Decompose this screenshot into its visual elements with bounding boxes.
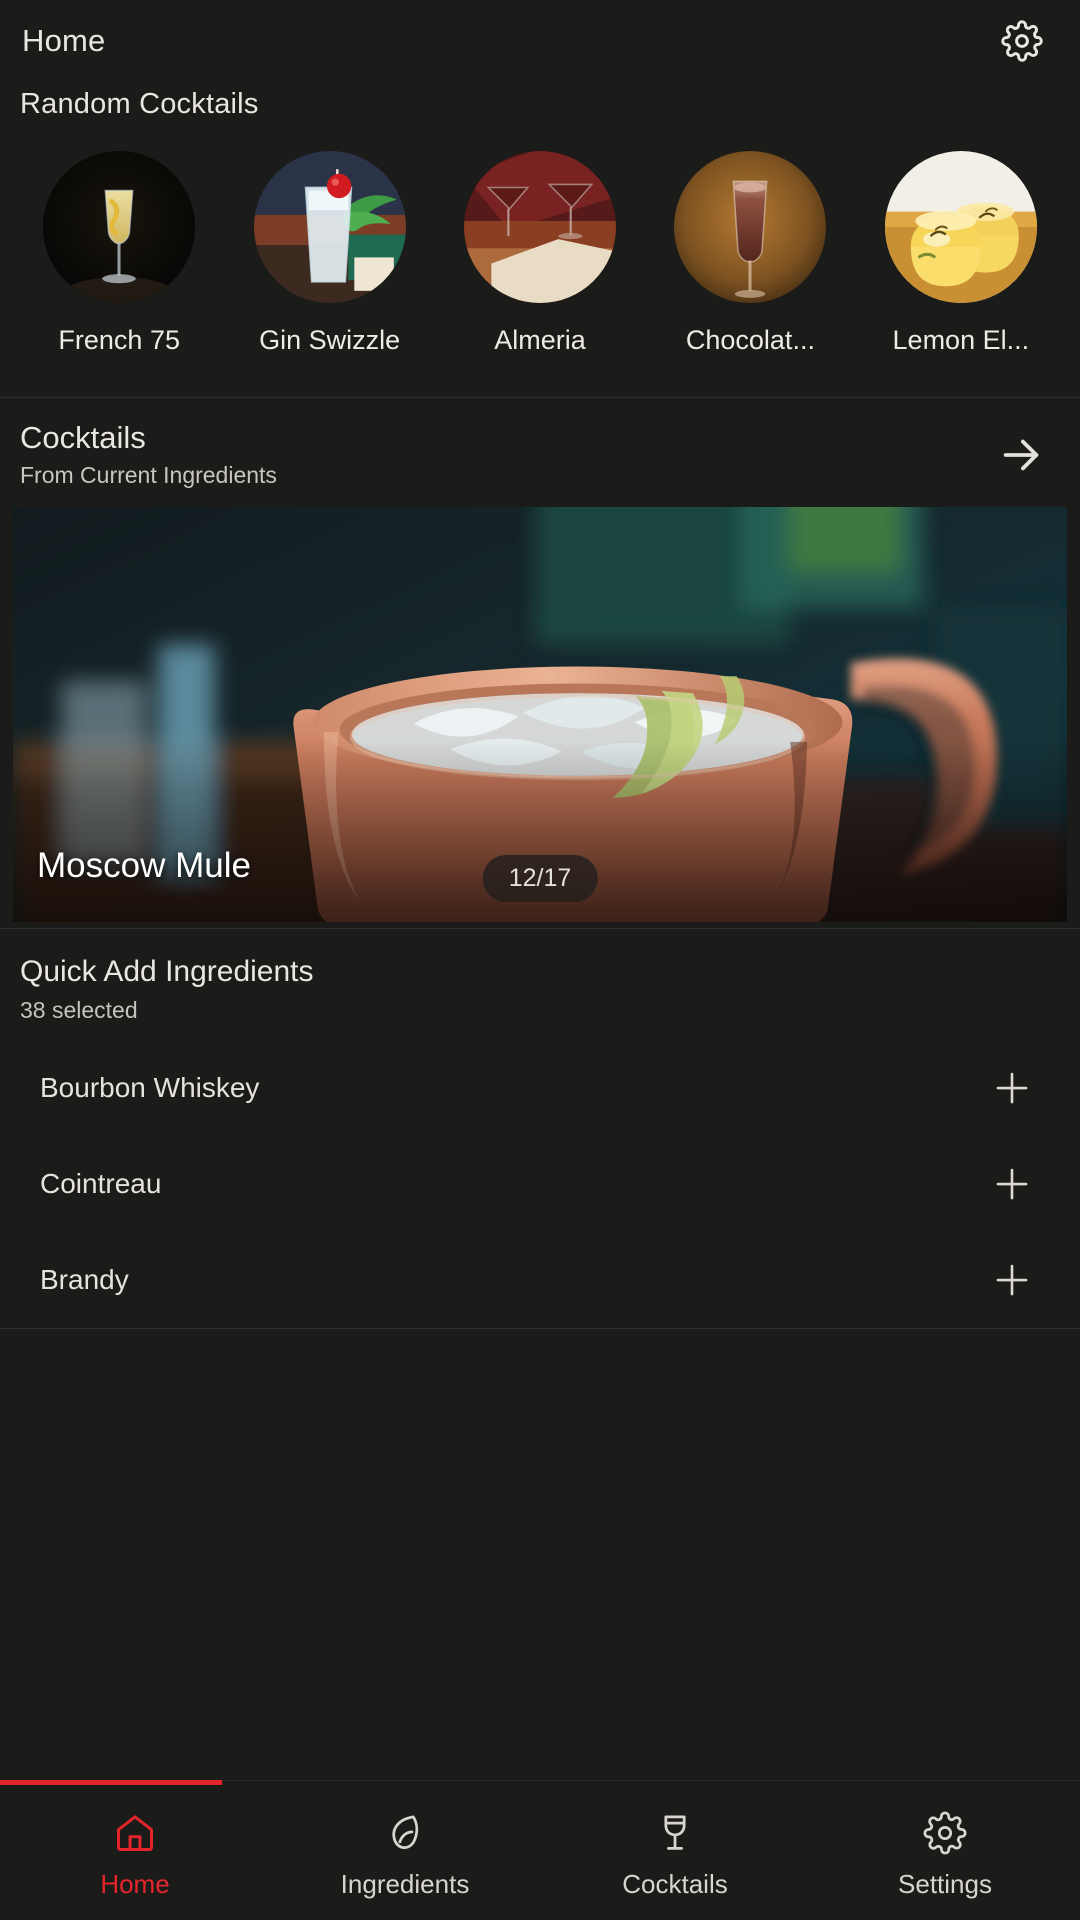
cocktail-name: French 75 (58, 325, 180, 355)
gear-icon (923, 1811, 967, 1855)
cocktail-thumbnail[interactable] (674, 151, 827, 303)
ginswizzle-photo (253, 151, 406, 303)
page-title: Home (22, 23, 106, 58)
nav-item-ingredients[interactable]: Ingredients (270, 1781, 540, 1920)
random-cocktails-list: French 75 Gin Swizzle Almeria Chocolat..… (0, 121, 1080, 356)
cocktail-thumbnail[interactable] (464, 151, 617, 303)
ingredient-row[interactable]: Bourbon Whiskey (0, 1040, 1080, 1136)
app-screen: Home Random Cocktails French 75 Gin Swiz… (0, 0, 1080, 1920)
lemon-elderflower-photo (884, 151, 1037, 303)
nav-item-settings[interactable]: Settings (810, 1781, 1080, 1920)
gear-icon (1001, 20, 1043, 62)
cocktail-thumbnail[interactable] (43, 151, 196, 303)
featured-cocktail-name: Moscow Mule (37, 846, 251, 885)
nav-label-ingredients: Ingredients (340, 1869, 470, 1899)
ingredient-name: Bourbon Whiskey (40, 1072, 260, 1103)
ingredient-row[interactable]: Brandy (0, 1232, 1080, 1328)
nav-item-cocktails[interactable]: Cocktails (540, 1781, 810, 1920)
plus-icon (996, 1264, 1028, 1296)
arrow-right-icon (1003, 439, 1039, 470)
random-cocktail-item[interactable]: Lemon El... (856, 151, 1066, 356)
nav-label-cocktails: Cocktails (622, 1869, 728, 1899)
quick-add-subtitle: 38 selected (20, 997, 138, 1023)
cocktails-title: Cocktails (20, 420, 146, 455)
active-tab-indicator (0, 1780, 222, 1785)
quick-add-header: Quick Add Ingredients 38 selected (0, 929, 1080, 1040)
quick-add-section: Quick Add Ingredients 38 selected Bourbo… (0, 929, 1080, 1328)
add-ingredient-button[interactable] (984, 1156, 1040, 1212)
app-bar: Home (0, 0, 1080, 82)
bottom-navigation: Home Ingredients Cocktails Settings (0, 1780, 1080, 1920)
featured-cocktail-card[interactable]: Moscow Mule 12/17 (13, 507, 1067, 922)
french75-photo (43, 151, 196, 303)
empty-space (0, 1329, 1080, 1780)
cocktail-name: Almeria (494, 325, 586, 355)
cocktails-header[interactable]: Cocktails From Current Ingredients (0, 398, 1080, 507)
random-cocktail-item[interactable]: Chocolat... (645, 151, 855, 356)
cocktails-subtitle: From Current Ingredients (20, 462, 277, 488)
random-cocktail-item[interactable]: Gin Swizzle (224, 151, 434, 356)
home-icon (117, 1815, 153, 1851)
featured-cocktail-counter: 12/17 (482, 855, 598, 902)
random-cocktails-section: Random Cocktails French 75 Gin Swizzle A… (0, 82, 1080, 397)
ingredient-row[interactable]: Cointreau (0, 1136, 1080, 1232)
cocktail-name: Gin Swizzle (259, 325, 401, 355)
cocktail-name: Chocolat... (685, 325, 815, 355)
chocolate-photo (674, 151, 827, 303)
add-ingredient-button[interactable] (984, 1252, 1040, 1308)
random-cocktail-item[interactable]: French 75 (14, 151, 224, 356)
nav-label-settings: Settings (898, 1869, 992, 1899)
leaf-icon (392, 1815, 419, 1849)
ingredient-name: Brandy (40, 1264, 129, 1295)
cocktail-name: Lemon El... (892, 325, 1030, 355)
settings-button[interactable] (994, 13, 1050, 69)
random-cocktail-item[interactable]: Almeria (435, 151, 645, 356)
nav-item-home[interactable]: Home (0, 1781, 270, 1920)
quick-add-title: Quick Add Ingredients (20, 955, 314, 988)
random-cocktails-heading: Random Cocktails (20, 88, 259, 120)
cocktails-section: Cocktails From Current Ingredients Mosco… (0, 398, 1080, 928)
cocktails-header-text: Cocktails From Current Ingredients (20, 420, 277, 489)
add-ingredient-button[interactable] (984, 1060, 1040, 1116)
cocktail-thumbnail[interactable] (253, 151, 406, 303)
almeria-photo (464, 151, 617, 303)
cocktail-thumbnail[interactable] (884, 151, 1037, 303)
nav-label-home: Home (100, 1869, 170, 1899)
plus-icon (996, 1168, 1028, 1200)
ingredient-name: Cointreau (40, 1168, 162, 1199)
plus-icon (996, 1072, 1028, 1104)
cocktails-forward-button[interactable] (992, 426, 1050, 484)
cocktail-glass-icon (664, 1815, 686, 1850)
